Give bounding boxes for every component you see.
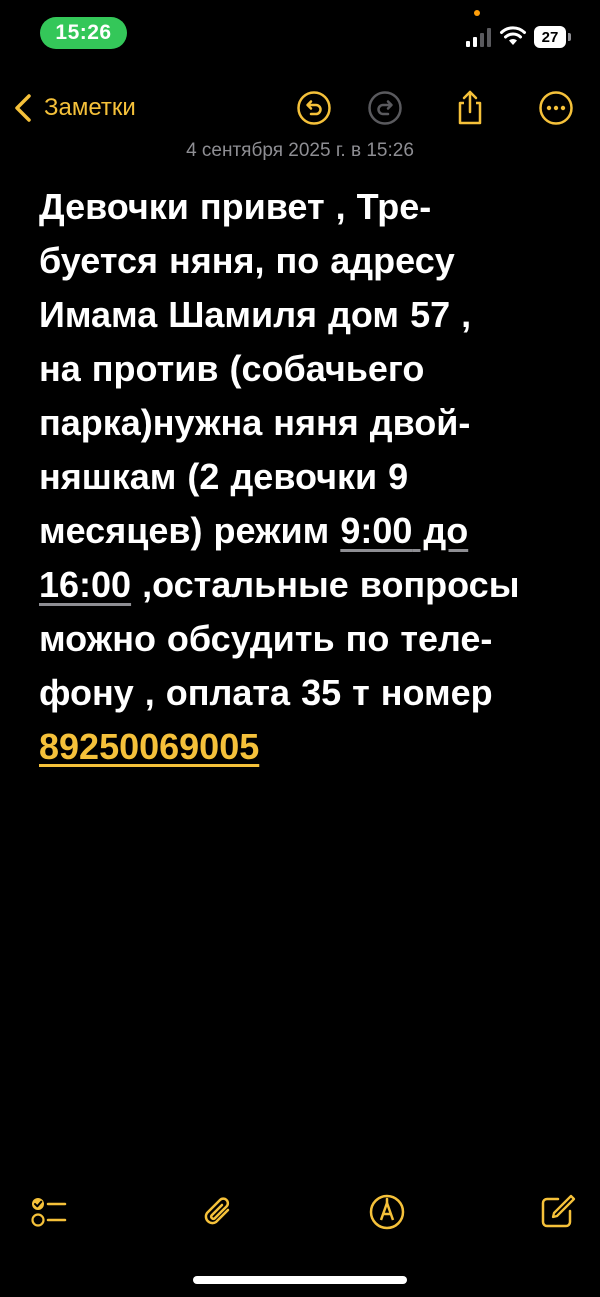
note-line: Имама Шамиля дом 57 , [39,294,472,335]
note-line: 89250069005 [39,720,579,774]
battery-level: 27 [534,26,566,48]
compose-button[interactable] [535,1190,579,1234]
share-button[interactable] [448,86,492,130]
more-icon [539,91,573,125]
phone-number-link[interactable]: 89250069005 [39,726,259,767]
time-from: 9:00 [340,510,413,551]
status-bar: 15:26 27 [0,0,600,70]
note-line: няшкам (2 девочки 9 [39,456,409,497]
wifi-icon [500,26,526,45]
paperclip-icon [204,1197,230,1225]
redo-icon [368,91,402,125]
detected-time-range-start[interactable]: 9:00 до [340,510,468,551]
time-connector: до [412,510,469,551]
back-button[interactable]: Заметки [10,86,136,130]
checklist-button[interactable] [26,1190,70,1234]
cellular-signal-icon [466,28,491,47]
note-line: можно обсудить по теле- [39,618,493,659]
status-time: 15:26 [40,17,127,49]
battery-icon: 27 [534,26,572,48]
compose-icon [541,1194,576,1228]
note-date: 4 сентября 2025 г. в 15:26 [186,140,414,161]
undo-button[interactable] [292,86,336,130]
note-line: Девочки привет , Тре- [39,186,432,227]
chevron-left-icon [15,94,31,122]
note-body[interactable]: Девочки привет , Тре- буется няня, по ад… [39,180,579,774]
attach-button[interactable] [196,1190,240,1234]
bottom-toolbar [0,1190,600,1234]
privacy-indicator-dot [474,10,480,16]
note-line: парка)нужна няня двой- [39,402,471,443]
note-line-text: месяцев) режим [39,510,341,551]
nav-bar: Заметки [0,80,600,136]
markup-button[interactable] [365,1190,409,1234]
note-line: буется няня, по адресу [39,240,455,281]
note-line: месяцев) режим 9:00 до [39,504,579,558]
battery-cap [568,33,571,41]
checklist-icon [31,1198,67,1227]
share-icon [458,90,482,125]
redo-button[interactable] [363,86,407,130]
detected-time-range-end[interactable]: 16:00 [39,564,131,605]
markup-pen-icon [369,1194,405,1230]
more-button[interactable] [534,86,578,130]
note-line: на против (собачьего [39,348,425,389]
note-line-text: ,остальные вопросы [131,564,520,605]
note-line: фону , оплата 35 т номер [39,672,493,713]
note-line: 16:00 ,остальные вопросы [39,558,579,612]
back-button-label: Заметки [44,94,136,121]
undo-icon [297,91,331,125]
home-indicator[interactable] [193,1276,407,1284]
